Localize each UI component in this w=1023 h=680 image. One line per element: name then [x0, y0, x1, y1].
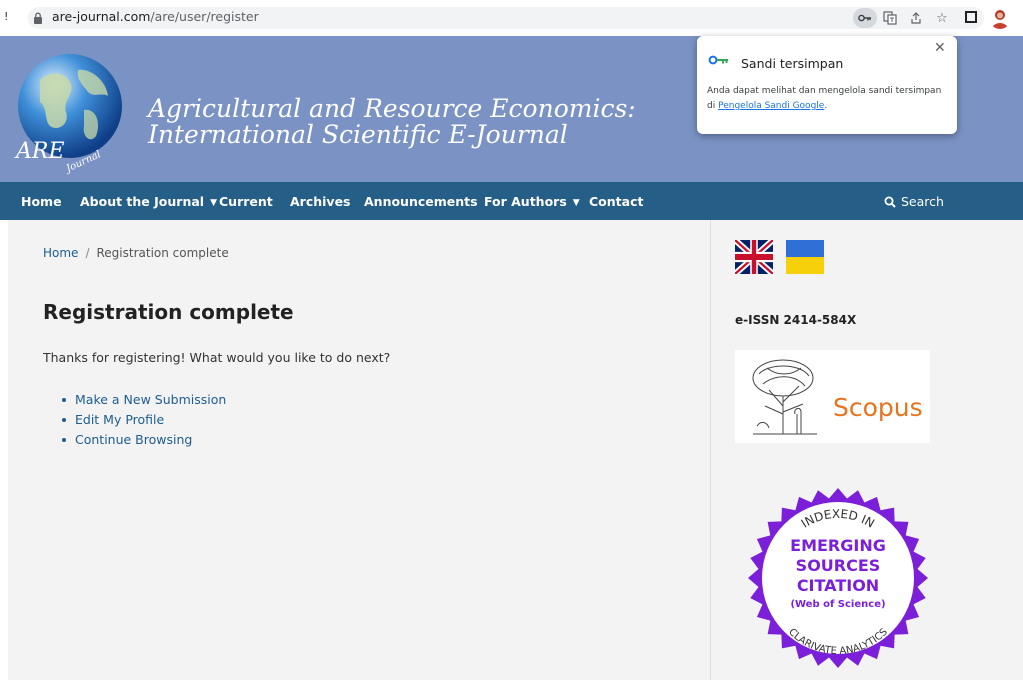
ukrainian-flag-icon[interactable]: [786, 240, 824, 274]
browser-toolbar: ! are-journal.com/are/user/register ☆: [0, 0, 1023, 36]
nav-for-authors[interactable]: For Authors ▼: [484, 194, 580, 209]
intro-text: Thanks for registering! What would you l…: [43, 350, 391, 365]
lock-icon[interactable]: [33, 12, 43, 24]
search-link[interactable]: Search: [884, 194, 944, 209]
popup-body: Anda dapat melihat dan mengelola sandi t…: [707, 84, 952, 114]
issn-text: e-ISSN 2414-584X: [735, 313, 857, 327]
nav-about-the-journal[interactable]: About the Journal ▼: [80, 194, 217, 209]
main-content: [8, 220, 710, 680]
nav-announcements[interactable]: Announcements: [364, 194, 478, 209]
esci-line2: SOURCES: [796, 556, 881, 575]
make-new-submission-link[interactable]: Make a New Submission: [62, 390, 226, 410]
close-icon[interactable]: ✕: [934, 40, 946, 56]
main-nav: Home About the Journal ▼ Current Archives…: [0, 182, 1023, 220]
popup-body-tail: .: [824, 101, 828, 111]
nav-about-label: About the Journal: [80, 194, 205, 209]
breadcrumb: Home / Registration complete: [43, 246, 229, 260]
journal-title-line2: International Scientific E-Journal: [148, 120, 568, 149]
share-icon[interactable]: [907, 9, 925, 27]
breadcrumb-current: Registration complete: [96, 246, 229, 260]
esci-line3: CITATION: [797, 576, 879, 595]
translate-icon[interactable]: [881, 9, 899, 27]
url-host: are-journal.com: [52, 9, 151, 24]
page-title: Registration complete: [43, 300, 294, 324]
breadcrumb-separator: /: [85, 246, 90, 260]
elsevier-tree-icon: [752, 359, 817, 435]
edit-my-profile-link[interactable]: Edit My Profile: [62, 410, 226, 430]
password-manager-link[interactable]: Pengelola Sandi Google: [718, 101, 824, 111]
side-panel-icon[interactable]: [965, 11, 977, 23]
search-label: Search: [901, 194, 944, 209]
bookmark-star-icon[interactable]: ☆: [933, 9, 951, 27]
url-path: /are/user/register: [150, 9, 259, 24]
nav-archives[interactable]: Archives: [290, 194, 351, 209]
popup-title: Sandi tersimpan: [741, 56, 844, 71]
nav-for-authors-label: For Authors: [484, 194, 567, 209]
toolbar-edge-mark: !: [4, 10, 9, 23]
esci-line4: (Web of Science): [790, 599, 885, 610]
saved-password-popup: ✕ Sandi tersimpan Anda dapat melihat dan…: [697, 36, 957, 134]
chevron-down-icon: ▼: [210, 198, 217, 208]
key-icon: [708, 55, 728, 65]
esci-badge[interactable]: INDEXED IN EMERGING SOURCES CITATION (We…: [748, 476, 928, 680]
url-text[interactable]: are-journal.com/are/user/register: [52, 9, 259, 24]
search-icon: [884, 196, 896, 208]
nav-home[interactable]: Home: [21, 194, 62, 209]
chevron-down-icon: ▼: [572, 198, 580, 208]
continue-browsing-link[interactable]: Continue Browsing: [62, 430, 226, 450]
nav-contact[interactable]: Contact: [589, 194, 643, 209]
esci-line1: EMERGING: [790, 536, 886, 555]
scopus-banner[interactable]: Scopus: [735, 350, 930, 443]
english-flag-icon[interactable]: [735, 240, 773, 274]
logo-letters: ARE: [14, 139, 65, 164]
breadcrumb-home[interactable]: Home: [43, 246, 78, 260]
password-key-icon[interactable]: [853, 8, 877, 28]
next-steps-list: Make a New Submission Edit My Profile Co…: [62, 390, 226, 450]
profile-avatar[interactable]: [989, 7, 1011, 29]
nav-current[interactable]: Current: [219, 194, 273, 209]
scopus-label: Scopus: [833, 393, 923, 422]
journal-logo[interactable]: ARE Journal: [10, 40, 126, 180]
journal-title-line1: Agricultural and Resource Economics:: [148, 94, 636, 123]
journal-title[interactable]: Agricultural and Resource Economics: Int…: [148, 96, 636, 148]
